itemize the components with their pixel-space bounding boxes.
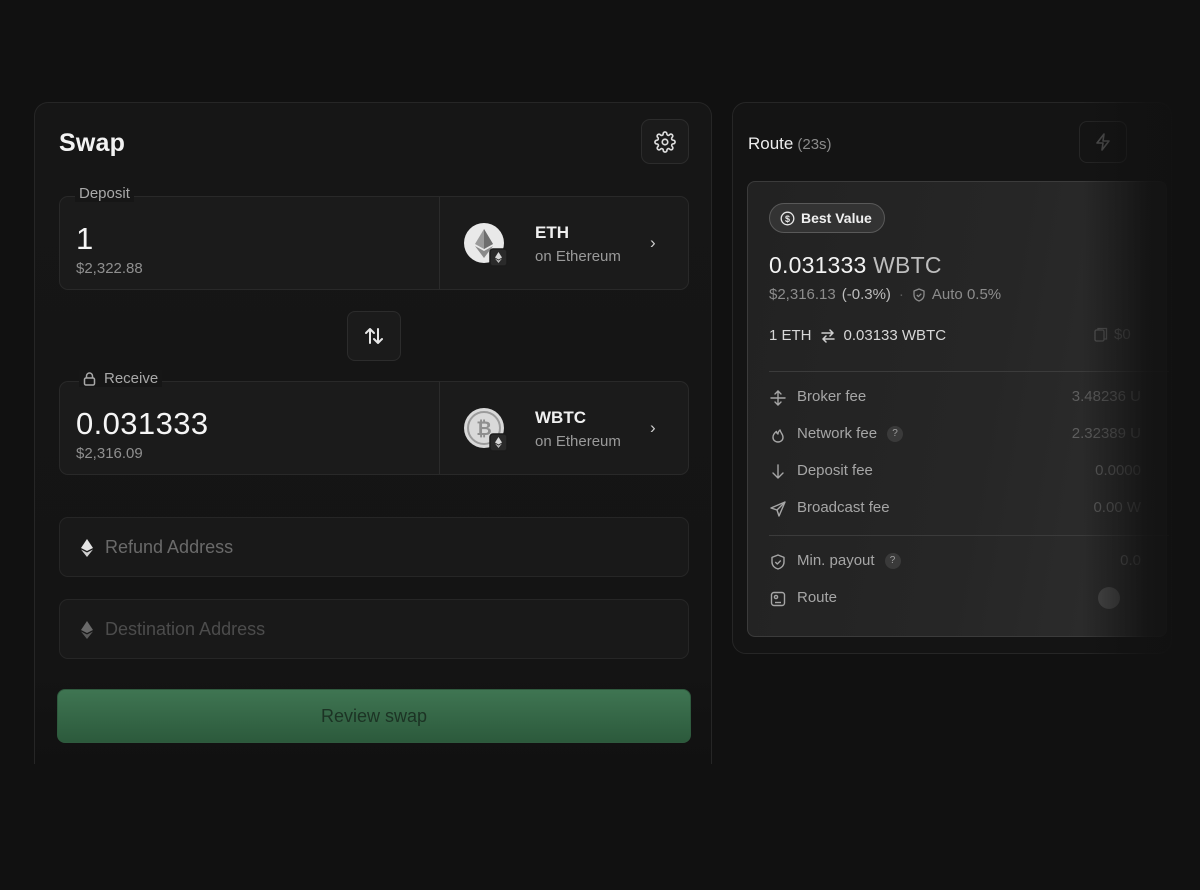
swap-arrows-icon <box>365 328 383 344</box>
svg-text:$: $ <box>785 214 790 224</box>
quote-usd: $2,316.13 <box>769 286 836 303</box>
flip-direction-button[interactable] <box>347 311 401 361</box>
fee-row-broker: Broker fee 3.48236 U <box>769 387 1169 409</box>
route-timer: (23s) <box>797 136 832 153</box>
chevron-right-icon: › <box>650 233 656 252</box>
divider <box>769 535 1169 536</box>
receive-amount-area: 0.031333 $2,316.09 <box>60 382 440 474</box>
fee-label-text: Route <box>797 589 838 606</box>
deposit-token-select[interactable]: ETH on Ethereum › <box>440 197 690 289</box>
fee-row-broadcast: Broadcast fee 0.00 W <box>769 498 1169 520</box>
deposit-amount[interactable]: 1 <box>76 221 94 257</box>
help-icon[interactable]: ? <box>887 425 904 442</box>
lightning-icon <box>1096 133 1110 151</box>
fee-label: Deposit fee <box>797 462 873 479</box>
separator-dot: · <box>898 286 904 303</box>
refund-address-input[interactable] <box>105 518 675 576</box>
deposit-token-name: ETH <box>535 223 569 242</box>
settings-button[interactable] <box>641 119 689 164</box>
fee-value: 0.00 W <box>1093 499 1141 516</box>
swap-panel: Swap 1 $2,322.88 ETH on Ethereum › Depos… <box>34 102 712 764</box>
route-avatar <box>1098 587 1120 609</box>
deposit-label-text: Deposit <box>79 185 130 202</box>
fee-value: 2.32389 U <box>1071 425 1141 442</box>
best-value-badge: $ Best Value <box>769 203 885 233</box>
rate-from: 1 ETH <box>769 327 812 344</box>
route-title: Route (23s) <box>748 134 832 154</box>
quote-amount-unit: WBTC <box>873 252 942 278</box>
receive-box: 0.031333 $2,316.09 ₿ WBTC on Ethereum › <box>59 381 689 475</box>
quote-amount-value: 0.031333 <box>769 252 867 278</box>
receive-token-name: WBTC <box>535 408 586 427</box>
receive-label: Receive <box>79 370 163 387</box>
destination-address-input[interactable] <box>105 600 675 658</box>
fee-value: 3.48236 U <box>1071 388 1141 405</box>
receive-token-select[interactable]: ₿ WBTC on Ethereum › <box>440 382 690 474</box>
shield-check-icon <box>913 287 925 302</box>
gear-icon <box>654 130 676 153</box>
fee-label-text: Min. payout <box>797 552 875 569</box>
fee-value: 0.0000 <box>1095 462 1141 479</box>
route-icon <box>770 591 786 607</box>
fee-label-text: Broadcast fee <box>797 499 890 516</box>
quote-sub: $2,316.13 (-0.3%) · Auto 0.5% <box>769 286 1001 303</box>
destination-address-box <box>59 599 689 659</box>
review-swap-button[interactable]: Review swap <box>57 689 691 743</box>
stage: Swap 1 $2,322.88 ETH on Ethereum › Depos… <box>0 0 1200 890</box>
copy-icon <box>1094 327 1108 342</box>
arrow-down-icon <box>772 464 784 479</box>
route-title-text: Route <box>748 134 794 153</box>
best-value-text: Best Value <box>801 210 872 226</box>
rate-to: 0.03133 WBTC <box>843 327 947 344</box>
dollar-circle-icon: $ <box>780 211 795 225</box>
fee-label-text: Deposit fee <box>797 462 873 479</box>
receive-label-text: Receive <box>104 370 159 387</box>
lock-icon <box>83 371 96 386</box>
shield-check-icon <box>771 554 785 570</box>
fee-label: Network fee ? <box>797 425 904 442</box>
fee-row-deposit: Deposit fee 0.0000 <box>769 461 1169 483</box>
deposit-token-chain: on Ethereum <box>535 248 621 265</box>
help-icon[interactable]: ? <box>884 552 901 569</box>
ethereum-glyph-icon <box>81 621 93 639</box>
exchange-arrows-icon <box>820 328 835 343</box>
deposit-amount-area[interactable]: 1 $2,322.88 <box>60 197 440 289</box>
bitcoin-icon: ₿ <box>464 408 508 452</box>
chevron-right-icon: › <box>650 418 656 437</box>
ethereum-glyph-icon <box>81 539 93 557</box>
fee-value: 0.0 <box>1120 552 1141 569</box>
min-payout-row: Min. payout ? 0.0 <box>769 551 1169 573</box>
ethereum-icon <box>464 223 508 267</box>
quote-card[interactable]: $ Best Value 0.031333 WBTC $2,316.13 (-0… <box>747 181 1169 637</box>
send-icon <box>770 501 786 517</box>
rate-copy[interactable]: $0 <box>1094 326 1131 343</box>
receive-token-chain: on Ethereum <box>535 433 621 450</box>
quote-pct: (-0.3%) <box>841 286 891 303</box>
fee-label: Broadcast fee <box>797 499 890 516</box>
exchange-rate[interactable]: 1 ETH 0.03133 WBTC <box>769 327 946 344</box>
fee-label-text: Network fee <box>797 425 878 442</box>
rate-copy-text: $0 <box>1114 326 1131 343</box>
swap-title: Swap <box>59 129 126 157</box>
quote-amount: 0.031333 WBTC <box>769 252 942 279</box>
divider <box>769 371 1169 372</box>
deposit-label: Deposit <box>75 185 134 202</box>
fast-route-button[interactable] <box>1079 121 1127 163</box>
fee-row-network: Network fee ? 2.32389 U <box>769 424 1169 446</box>
receive-amount: 0.031333 <box>76 406 209 441</box>
broker-icon <box>770 390 786 406</box>
deposit-box: 1 $2,322.88 ETH on Ethereum › <box>59 196 689 290</box>
route-panel: Route (23s) $ Best Value 0.031333 WBTC $2… <box>732 102 1172 654</box>
slippage-value[interactable]: Auto 0.5% <box>932 286 1001 303</box>
fee-label: Min. payout ? <box>797 552 901 569</box>
refund-address-box <box>59 517 689 577</box>
receive-usd-value: $2,316.09 <box>76 445 143 462</box>
deposit-usd-value: $2,322.88 <box>76 260 143 277</box>
fee-label: Broker fee <box>797 388 866 405</box>
flame-icon <box>772 429 784 443</box>
fee-label: Route <box>797 589 837 606</box>
fee-label-text: Broker fee <box>797 388 867 405</box>
